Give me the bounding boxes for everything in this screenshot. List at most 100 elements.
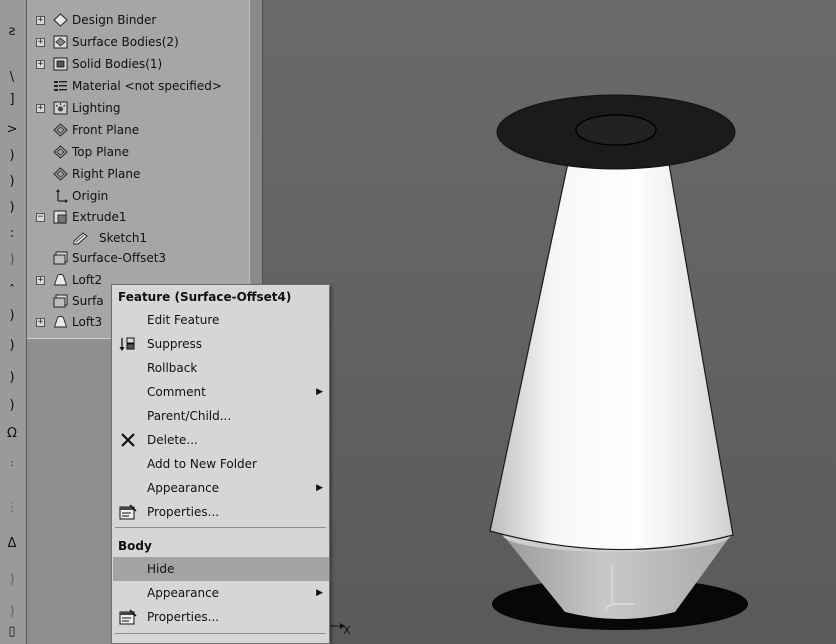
menu-item-label: Rollback (147, 361, 198, 375)
toolbar-tool-icon[interactable]: ) (4, 200, 20, 216)
expand-toggle[interactable]: + (36, 276, 45, 285)
plane-icon (53, 145, 68, 159)
expand-toggle[interactable]: + (36, 38, 45, 47)
loft-icon (53, 316, 68, 328)
tree-item-label: Surface Bodies(2) (72, 35, 179, 49)
menu-item-comment[interactable]: Comment ▶ (113, 380, 329, 404)
plane-icon (53, 167, 68, 181)
toolbar-tool-icon[interactable]: ) (4, 174, 20, 190)
menu-header-body: Body (118, 539, 152, 553)
toolbar-tool-icon[interactable]: ) (4, 604, 20, 620)
submenu-arrow-icon: ▶ (316, 483, 323, 493)
tree-item-label: Extrude1 (72, 210, 127, 224)
properties-icon (119, 504, 137, 520)
toolbar-tool-icon[interactable]: : (4, 456, 20, 472)
model-render: X (323, 94, 748, 637)
suppress-icon (119, 337, 135, 351)
toolbar-tool-icon[interactable]: ▯ (4, 624, 20, 640)
menu-item-appearance[interactable]: Appearance ▶ (113, 476, 329, 500)
toolbar-tool-icon[interactable]: Δ (4, 536, 20, 552)
toolbar-tool-icon[interactable]: ) (4, 338, 20, 354)
toolbar-tool-icon[interactable]: : (4, 226, 20, 242)
tree-item-label: Origin (72, 189, 109, 203)
tree-item-label: Front Plane (72, 123, 140, 137)
surface-offset-icon (53, 294, 68, 308)
lighting-icon (53, 101, 68, 115)
menu-item-label: Add to New Folder (147, 457, 257, 471)
menu-item-suppress[interactable]: Suppress (113, 332, 329, 356)
tree-item-label: Right Plane (72, 167, 141, 181)
tree-item-label: Material <not specified> (72, 79, 222, 93)
menu-item-hide[interactable]: Hide (113, 557, 329, 581)
menu-item-label: Suppress (147, 337, 203, 351)
toolbar-tool-icon[interactable]: Ω (4, 426, 20, 442)
material-icon (54, 81, 67, 91)
solid-bodies-icon (53, 57, 68, 71)
expand-toggle[interactable]: + (36, 318, 45, 327)
menu-item-edit-feature[interactable]: Edit Feature (113, 308, 329, 332)
expand-toggle[interactable]: + (36, 16, 45, 25)
tree-item-label: Top Plane (72, 145, 129, 159)
tree-item-lighting[interactable]: + Lighting (27, 98, 249, 118)
tree-item-front-plane[interactable]: Front Plane (27, 120, 249, 140)
tree-item-origin[interactable]: Origin (27, 186, 249, 206)
tree-item-label: Lighting (72, 101, 121, 115)
toolbar-tool-icon[interactable]: ) (4, 308, 20, 324)
submenu-arrow-icon: ▶ (316, 387, 323, 397)
toolbar-tool-icon[interactable]: ) (4, 398, 20, 414)
tree-item-surface-bodies[interactable]: + Surface Bodies(2) (27, 32, 249, 52)
tree-item-extrude1[interactable]: − Extrude1 (27, 207, 249, 227)
toolbar-tool-icon[interactable]: ) (4, 252, 20, 268)
toolbar-tool-icon[interactable]: > (4, 122, 20, 138)
menu-item-label: Appearance (147, 481, 220, 495)
menu-item-add-to-new-folder[interactable]: Add to New Folder (113, 452, 329, 476)
tree-item-top-plane[interactable]: Top Plane (27, 142, 249, 162)
origin-icon (56, 189, 68, 203)
menu-item-rollback[interactable]: Rollback (113, 356, 329, 380)
tree-item-label: Loft3 (72, 315, 103, 329)
toolbar-tool-icon[interactable]: ) (4, 370, 20, 386)
toolbar-tool-icon[interactable]: ) (4, 148, 20, 164)
tree-item-design-binder[interactable]: + Design Binder (27, 10, 249, 30)
sketch-icon (73, 232, 88, 245)
tree-item-label: Sketch1 (99, 231, 148, 245)
command-strip: ƨ \ ] > ) ) ) : ) ˆ ) ) ) ) Ω : ⋮ Δ ) ) … (0, 0, 27, 644)
tree-item-right-plane[interactable]: Right Plane (27, 164, 249, 184)
expand-toggle[interactable]: + (36, 104, 45, 113)
body-cone[interactable] (489, 157, 734, 551)
tree-item-label: Design Binder (72, 13, 157, 27)
menu-item-label: Properties... (147, 610, 220, 624)
menu-item-label: Parent/Child... (147, 409, 232, 423)
menu-divider (115, 527, 326, 528)
menu-item-label: Delete... (147, 433, 198, 447)
menu-item-body-properties[interactable]: Properties... (113, 605, 329, 629)
tree-item-label: Surface-Offset3 (72, 251, 167, 265)
context-menu: Feature (Surface-Offset4) Edit Feature S… (111, 284, 330, 644)
toolbar-tool-icon[interactable]: ˆ (4, 284, 20, 300)
plane-icon (53, 123, 68, 137)
toolbar-tool-icon[interactable]: ) (4, 572, 20, 588)
delete-icon (121, 433, 135, 447)
submenu-arrow-icon: ▶ (316, 588, 323, 598)
menu-item-label: Properties... (147, 505, 220, 519)
toolbar-tool-icon[interactable]: ƨ (4, 24, 20, 40)
tree-item-solid-bodies[interactable]: + Solid Bodies(1) (27, 54, 249, 74)
menu-item-body-appearance[interactable]: Appearance ▶ (113, 581, 329, 605)
menu-item-delete[interactable]: Delete... (113, 428, 329, 452)
expand-toggle[interactable]: + (36, 60, 45, 69)
tree-item-material[interactable]: Material <not specified> (27, 76, 249, 96)
toolbar-tool-icon[interactable]: ] (4, 92, 20, 108)
menu-item-properties[interactable]: Properties... (113, 500, 329, 524)
extrude-icon (53, 210, 67, 224)
view-axis-x-label: X (343, 624, 351, 637)
collapse-toggle[interactable]: − (36, 213, 45, 222)
graphics-viewport[interactable]: X (263, 0, 836, 644)
menu-item-parent-child[interactable]: Parent/Child... (113, 404, 329, 428)
tree-item-surface-offset3[interactable]: Surface-Offset3 (27, 248, 249, 268)
design-binder-icon (53, 13, 68, 27)
tree-item-sketch1[interactable]: Sketch1 (27, 228, 249, 248)
menu-item-label: Comment (147, 385, 206, 399)
toolbar-tool-icon[interactable]: ⋮ (4, 500, 20, 516)
toolbar-tool-icon[interactable]: \ (4, 70, 20, 86)
tree-item-label: Solid Bodies(1) (72, 57, 163, 71)
